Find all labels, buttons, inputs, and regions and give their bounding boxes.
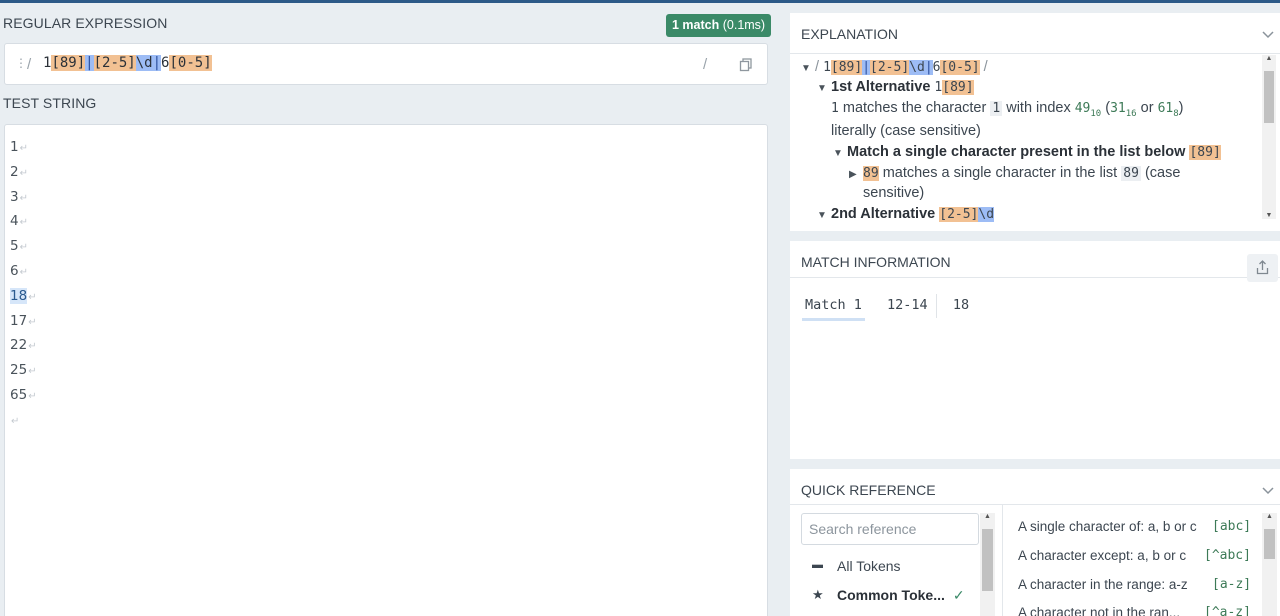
- scroll-up-icon[interactable]: ▲: [1262, 513, 1277, 520]
- test-line: 4↵: [10, 213, 28, 230]
- star-icon: ★: [812, 587, 824, 602]
- test-line: 2↵: [10, 163, 28, 180]
- regex-token-set: [89]: [51, 55, 86, 71]
- collapse-triangle-icon[interactable]: ▼: [817, 83, 831, 94]
- return-icon: ↵: [19, 143, 28, 154]
- test-string-title: TEST STRING: [3, 95, 97, 111]
- reference-row[interactable]: A single character of: a, b or c [abc]: [1018, 519, 1251, 534]
- expand-triangle-icon[interactable]: ▶: [849, 169, 863, 180]
- quick-reference-title: QUICK REFERENCE: [801, 482, 936, 498]
- chevron-down-icon[interactable]: [1262, 28, 1274, 40]
- share-button[interactable]: [1247, 254, 1278, 282]
- test-line: 1↵: [10, 139, 28, 155]
- reference-scrollbar[interactable]: ▲: [1262, 513, 1277, 616]
- explanation-set-item-tail: sensitive): [863, 185, 925, 201]
- match-range: 12-14: [873, 294, 937, 318]
- regex-delimiter-close: /: [703, 56, 708, 73]
- reference-row[interactable]: A character in the range: a-z [a-z]: [1018, 577, 1251, 592]
- checkmark-icon: ✓: [952, 587, 965, 603]
- test-string-lines: 1↵ 2↵ 3↵ 4↵ 5↵ 6↵ 18↵ 17↵ 22↵ 25↵ 65↵ ↵: [10, 135, 37, 433]
- return-icon: ↵: [28, 341, 37, 353]
- collapse-triangle-icon[interactable]: ▼: [801, 63, 815, 74]
- match-row: Match 1 12-14 18: [802, 294, 977, 321]
- share-icon: [1256, 260, 1269, 275]
- explanation-match-set[interactable]: ▼ Match a single character present in the…: [833, 144, 1221, 160]
- test-line-match: 18↵: [10, 284, 37, 309]
- test-line: 5↵: [10, 238, 28, 255]
- editor-column: REGULAR EXPRESSION 1 match (0.1ms) ⋮ / 1…: [0, 3, 778, 616]
- return-icon: ↵: [28, 390, 37, 402]
- regex-token-set: [0-5]: [169, 55, 212, 71]
- match-highlight[interactable]: 18: [10, 287, 28, 304]
- return-icon: ↵: [19, 217, 28, 229]
- collapse-triangle-icon[interactable]: ▼: [817, 210, 831, 221]
- regex-expression[interactable]: 1[89]|[2-5]\d|6[0-5]: [43, 55, 212, 71]
- quick-reference-panel: QUICK REFERENCE Search reference ▬ All To…: [790, 469, 1280, 616]
- explanation-alt2[interactable]: ▼ 2nd Alternative [2-5]\d: [817, 206, 995, 222]
- explanation-literal-desc-tail: literally (case sensitive): [831, 123, 981, 139]
- scroll-up-icon[interactable]: ▲: [980, 513, 995, 520]
- divider: [790, 53, 1280, 54]
- test-line: 3↵: [10, 188, 28, 205]
- test-line: 25↵: [10, 362, 37, 379]
- collapse-triangle-icon[interactable]: ▼: [833, 148, 847, 159]
- scroll-up-icon[interactable]: ▲: [1262, 55, 1276, 62]
- scrollbar-thumb[interactable]: [1264, 71, 1274, 123]
- category-all-tokens[interactable]: ▬ All Tokens: [812, 558, 901, 574]
- regex-token-set: [2-5]: [93, 55, 136, 71]
- regex-token-alternation: |: [152, 55, 162, 71]
- explanation-alt1[interactable]: ▼ 1st Alternative 1[89]: [817, 79, 974, 95]
- category-scrollbar[interactable]: ▲: [980, 513, 995, 616]
- explanation-title: EXPLANATION: [801, 26, 898, 42]
- regex-section-title: REGULAR EXPRESSION: [3, 15, 168, 31]
- match-count: 1 match: [672, 18, 720, 32]
- explanation-literal-desc: 1 matches the character 1 with index 491…: [831, 100, 1184, 119]
- return-icon: ↵: [19, 242, 28, 254]
- return-icon: ↵: [19, 167, 28, 179]
- root-regex: 1[89]|[2-5]\d|6[0-5]: [823, 60, 980, 75]
- scroll-down-icon[interactable]: ▼: [1262, 212, 1276, 219]
- scrollbar-thumb[interactable]: [1264, 529, 1275, 559]
- explanation-scrollbar[interactable]: ▲ ▼: [1262, 55, 1276, 219]
- stack-icon: ▬: [812, 559, 823, 571]
- flags-grip-icon[interactable]: ⋮: [15, 56, 27, 70]
- reference-row[interactable]: A character not in the ran... [^a-z]: [1018, 605, 1251, 616]
- explanation-set-item[interactable]: ▶ 89 matches a single character in the li…: [849, 165, 1180, 181]
- match-info-panel: MATCH INFORMATION Match 1 12-14 18: [790, 241, 1280, 459]
- explanation-tree: ▼/ 1[89]|[2-5]\d|6[0-5] / ▼ 1st Alternati…: [790, 55, 1260, 231]
- regex-token-escape: \d: [135, 55, 153, 71]
- match-label[interactable]: Match 1: [802, 294, 865, 321]
- regex-token-alternation: |: [85, 55, 94, 71]
- return-icon: ↵: [28, 291, 37, 303]
- explanation-panel: EXPLANATION ▼/ 1[89]|[2-5]\d|6[0-5] / ▼ 1…: [790, 13, 1280, 231]
- test-line: 17↵: [10, 312, 37, 329]
- divider: [790, 504, 1280, 505]
- match-time: (0.1ms): [722, 18, 766, 32]
- scrollbar-thumb[interactable]: [982, 529, 993, 591]
- return-icon: ↵: [28, 366, 37, 378]
- return-icon: ↵: [19, 192, 28, 204]
- return-icon: ↵: [28, 316, 37, 328]
- return-icon: ↵: [11, 415, 20, 427]
- test-line: ↵: [10, 408, 37, 433]
- match-value: 18: [952, 297, 970, 313]
- divider: [790, 277, 1280, 278]
- category-common-tokens[interactable]: ★ Common Toke... ✓: [812, 587, 965, 604]
- test-line: 65↵: [10, 386, 37, 403]
- test-line: 6↵: [10, 262, 28, 279]
- test-string-editor[interactable]: 1↵ 2↵ 3↵ 4↵ 5↵ 6↵ 18↵ 17↵ 22↵ 25↵ 65↵ ↵: [4, 124, 768, 616]
- match-info-title: MATCH INFORMATION: [801, 254, 951, 270]
- regex-input[interactable]: ⋮ / 1[89]|[2-5]\d|6[0-5] /: [4, 43, 768, 85]
- chevron-down-icon[interactable]: [1262, 484, 1274, 496]
- return-icon: ↵: [19, 266, 28, 278]
- copy-icon[interactable]: [737, 56, 755, 74]
- reference-search-input[interactable]: Search reference: [801, 513, 979, 545]
- reference-row[interactable]: A character except: a, b or c [^abc]: [1018, 548, 1251, 563]
- divider: [1002, 504, 1003, 616]
- regex-delimiter-open: /: [27, 56, 32, 73]
- column-resize-gutter[interactable]: [776, 3, 788, 616]
- test-line: 22↵: [10, 337, 37, 354]
- match-count-badge: 1 match (0.1ms): [666, 14, 772, 37]
- explanation-root[interactable]: ▼/ 1[89]|[2-5]\d|6[0-5] /: [801, 59, 988, 75]
